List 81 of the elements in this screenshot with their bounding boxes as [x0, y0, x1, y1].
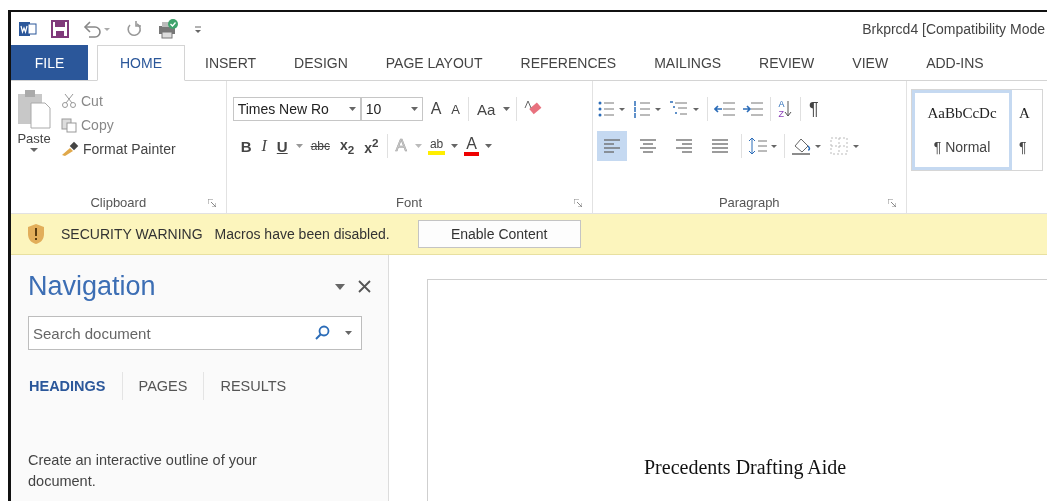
increase-indent-icon[interactable]: [741, 100, 764, 118]
copy-button[interactable]: Copy: [59, 115, 178, 135]
window-title: Brkprcd4 [Compatibility Mode: [862, 20, 1046, 37]
strikethrough-button[interactable]: abc: [308, 139, 332, 153]
down-arrow-icon: [784, 100, 793, 118]
pane-tab[interactable]: RESULTS: [204, 378, 303, 394]
change-case-button[interactable]: Aa: [474, 100, 498, 118]
warning-message: Macros have been disabled.: [214, 226, 390, 242]
dropdown-caret-icon[interactable]: [484, 144, 492, 148]
dropdown-caret-icon[interactable]: [451, 144, 459, 148]
multilevel-list-icon[interactable]: [668, 100, 701, 118]
align-lines-icon: [637, 137, 658, 155]
word-logo-icon: [19, 20, 37, 37]
ribbon-tab[interactable]: DESIGN: [276, 45, 366, 80]
ribbon-tab[interactable]: INSERT: [187, 45, 275, 80]
shrink-font-button[interactable]: A: [449, 101, 462, 117]
dropdown-caret-icon[interactable]: [345, 331, 352, 335]
style-item[interactable]: AaBbCcDc ¶ Normal: [912, 90, 1012, 170]
bullets-icon[interactable]: [596, 100, 627, 118]
ribbon-tab[interactable]: MAILINGS: [636, 45, 740, 80]
highlight-button[interactable]: ab: [427, 137, 446, 155]
caret-icon: [30, 148, 38, 153]
dropdown-caret-icon[interactable]: [503, 107, 511, 111]
show-formatting-marks-button[interactable]: ¶: [807, 98, 821, 120]
superscript-button[interactable]: x$^{2}$: [362, 136, 381, 156]
cut-button[interactable]: Cut: [59, 91, 178, 111]
clipboard-icon: [17, 89, 51, 129]
redo-icon[interactable]: [125, 19, 143, 38]
caret-icon: [410, 107, 418, 111]
line-spacing-icon[interactable]: [747, 136, 778, 156]
align-lines-icon: [601, 137, 622, 155]
dialog-launcher-icon[interactable]: [888, 199, 896, 207]
pane-hint: Create an interactive outline of your document.: [28, 451, 258, 491]
align-lines-icon: [673, 137, 694, 155]
close-icon[interactable]: [358, 280, 371, 293]
ribbon-tab[interactable]: VIEW: [834, 45, 907, 80]
font-color-button[interactable]: A: [464, 136, 479, 156]
dialog-launcher-icon[interactable]: [207, 199, 216, 207]
dialog-launcher-icon[interactable]: [573, 199, 582, 207]
search-icon[interactable]: [314, 325, 330, 341]
italic-button[interactable]: I: [259, 137, 269, 155]
ribbon-tab[interactable]: REVIEW: [741, 45, 833, 80]
pane-tab[interactable]: PAGES: [122, 378, 204, 394]
warning-title: SECURITY WARNING: [61, 226, 203, 242]
paintbrush-icon: [61, 141, 79, 157]
ribbon-tab[interactable]: REFERENCES: [502, 45, 635, 80]
paste-button[interactable]: Paste: [15, 87, 53, 175]
decrease-indent-icon[interactable]: [713, 100, 736, 118]
search-field[interactable]: Search document: [28, 316, 362, 350]
scissors-icon: [61, 93, 77, 109]
printer-icon[interactable]: [157, 18, 179, 39]
undo-icon[interactable]: [83, 19, 111, 38]
bold-button[interactable]: B: [238, 137, 254, 155]
warning-shield-icon: [27, 223, 45, 245]
pane-options-icon[interactable]: [334, 282, 346, 291]
numbering-icon[interactable]: [632, 100, 663, 118]
pane-title: Navigation: [28, 271, 157, 302]
pane-tab[interactable]: HEADINGS: [28, 378, 122, 394]
format-painter-button[interactable]: Format Painter: [59, 139, 178, 159]
dropdown-caret-icon[interactable]: [295, 144, 303, 148]
align-lines-icon: [709, 137, 730, 155]
subscript-button[interactable]: x$_{2}$: [338, 136, 357, 156]
caret-icon: [348, 107, 356, 111]
group-label: Paragraph: [718, 194, 780, 210]
copy-icon: [61, 117, 77, 133]
ribbon-tab[interactable]: FILE: [11, 45, 88, 80]
group-label: Clipboard: [90, 194, 147, 210]
enable-content-button[interactable]: Enable Content: [417, 220, 581, 248]
underline-button[interactable]: U: [274, 137, 290, 155]
ribbon-tab[interactable]: PAGE LAYOUT: [367, 45, 501, 80]
sort-button[interactable]: A Z: [776, 99, 795, 119]
align-button[interactable]: [596, 131, 627, 161]
shading-icon[interactable]: [790, 136, 823, 156]
font-size-field[interactable]: 10: [360, 97, 423, 121]
document-title: Precedents Drafting Aide: [644, 456, 847, 478]
font-name-field[interactable]: Times New Ro: [232, 97, 361, 121]
ribbon-tab[interactable]: HOME: [97, 45, 185, 81]
grow-font-button[interactable]: A: [428, 100, 444, 118]
group-label: Font: [396, 194, 423, 210]
save-icon[interactable]: [51, 19, 69, 38]
ribbon-tab[interactable]: ADD-INS: [908, 45, 1002, 80]
